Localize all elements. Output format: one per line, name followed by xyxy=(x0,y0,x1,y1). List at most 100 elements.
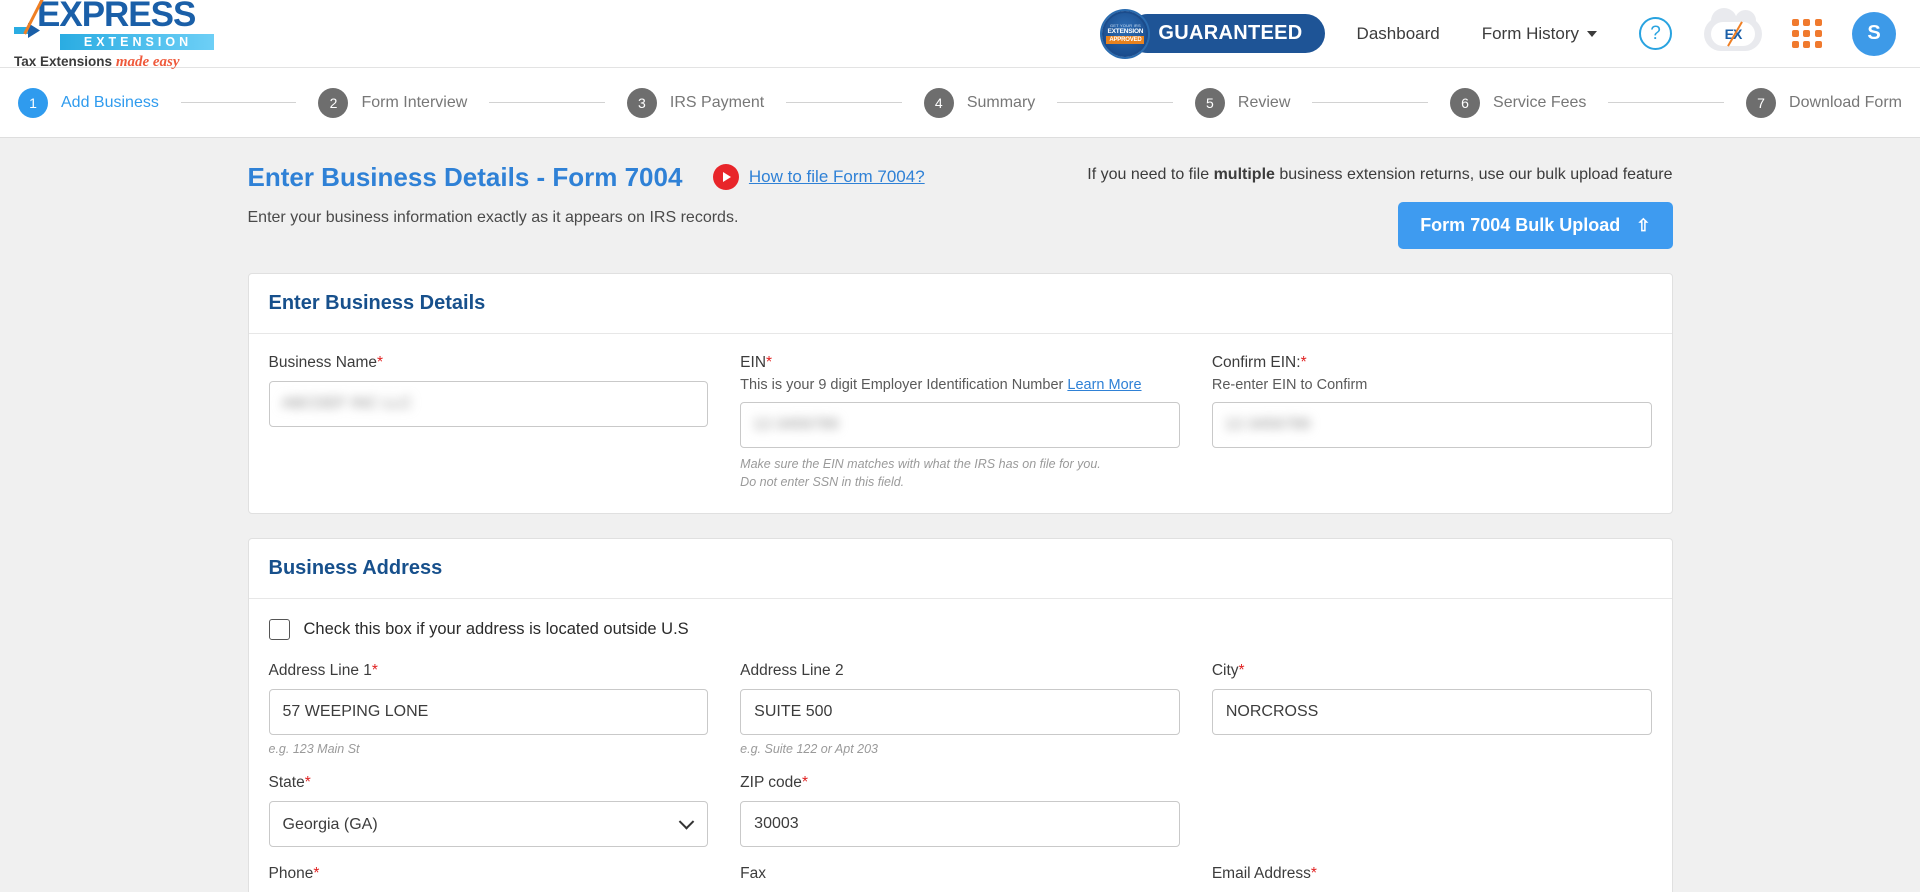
state-select[interactable]: Georgia (GA) xyxy=(268,801,709,848)
step-number: 1 xyxy=(18,87,48,118)
address-line-2-input[interactable] xyxy=(740,689,1180,736)
confirm-ein-help-text: Re-enter EIN to Confirm xyxy=(1211,377,1368,393)
state-select-wrap: Georgia (GA) xyxy=(268,801,709,848)
city-input[interactable] xyxy=(1211,689,1652,736)
address-row-2: State* Georgia (GA) ZIP code* xyxy=(268,774,1652,848)
grid-dot xyxy=(1803,41,1811,48)
outside-us-checkbox-row[interactable]: Check this box if your address is locate… xyxy=(268,619,1652,641)
ein-note: Make sure the EIN matches with what the … xyxy=(740,455,1180,491)
ein-input[interactable] xyxy=(740,402,1180,448)
step-number: 2 xyxy=(318,87,349,118)
express-cloud-icon[interactable]: EX xyxy=(1704,7,1762,51)
address-line-1-input[interactable] xyxy=(268,689,709,736)
address-line-2-label: Address Line 2 xyxy=(740,662,844,680)
address-line-1-hint: e.g. 123 Main St xyxy=(268,742,360,757)
help-icon[interactable]: ? xyxy=(1639,17,1672,50)
grid-dot xyxy=(1792,30,1799,37)
state-label: State* xyxy=(268,774,311,792)
step-form-interview[interactable]: 2 Form Interview xyxy=(318,87,467,118)
step-number: 4 xyxy=(923,87,954,118)
required-marker: * xyxy=(1310,865,1317,883)
phone-label: Phone* xyxy=(268,865,320,883)
required-marker: * xyxy=(766,354,773,371)
bulk-upload-block: If you need to file multiple business ex… xyxy=(1087,162,1673,249)
business-address-card: Business Address Check this box if your … xyxy=(247,538,1673,892)
bulk-upload-button-label: Form 7004 Bulk Upload xyxy=(1420,215,1621,235)
step-add-business[interactable]: 1 Add Business xyxy=(18,87,159,118)
how-to-file-video-link[interactable]: How to file Form 7004? xyxy=(712,163,925,190)
required-marker: * xyxy=(801,774,808,792)
site-logo[interactable]: EXPRESS EXTENSION Tax Extensions made ea… xyxy=(14,0,224,71)
logo-subtext: EXTENSION xyxy=(60,33,214,50)
address-row-3: Phone* 555 555 5555 Fax Email Address* xyxy=(269,865,1652,892)
grid-dot xyxy=(1803,19,1811,26)
zip-group: ZIP code* xyxy=(740,774,1180,848)
page-title: Enter Business Details - Form 7004 xyxy=(247,162,683,192)
address-line-2-hint: e.g. Suite 122 or Apt 203 xyxy=(740,742,879,757)
nav-dashboard[interactable]: Dashboard xyxy=(1357,24,1440,44)
confirm-ein-label: Confirm EIN:* xyxy=(1211,354,1307,371)
apps-grid-icon[interactable] xyxy=(1792,19,1822,48)
logo-text: EXPRESS xyxy=(37,0,196,34)
business-address-card-title: Business Address xyxy=(248,539,1672,600)
ein-note-line-1: Make sure the EIN matches with what the … xyxy=(740,457,1101,471)
grid-dot xyxy=(1803,30,1811,37)
confirm-ein-field-group: Confirm EIN:* Re-enter EIN to Confirm 12… xyxy=(1211,354,1652,491)
bulk-upload-button[interactable]: Form 7004 Bulk Upload ⇧ xyxy=(1398,202,1673,249)
step-summary[interactable]: 4 Summary xyxy=(923,87,1035,118)
required-marker: * xyxy=(1300,354,1307,371)
business-address-card-body: Check this box if your address is locate… xyxy=(249,599,1672,892)
step-connector xyxy=(489,101,605,104)
grid-dot xyxy=(1814,41,1822,48)
step-download-form[interactable]: 7 Download Form xyxy=(1746,87,1902,118)
ein-label: EIN* xyxy=(740,354,773,371)
nav-form-history[interactable]: Form History xyxy=(1482,24,1597,44)
step-connector xyxy=(1057,101,1173,104)
step-review[interactable]: 5 Review xyxy=(1194,87,1290,118)
step-connector xyxy=(1608,101,1725,104)
zip-input[interactable] xyxy=(740,801,1180,848)
fax-label: Fax xyxy=(740,865,767,883)
page-title-block: Enter Business Details - Form 7004 How t… xyxy=(248,162,925,227)
step-service-fees[interactable]: 6 Service Fees xyxy=(1450,87,1587,118)
address-line-1-label: Address Line 1* xyxy=(268,662,378,680)
grid-dot xyxy=(1792,19,1799,26)
confirm-ein-input[interactable] xyxy=(1211,402,1652,448)
business-name-label: Business Name* xyxy=(268,354,384,371)
top-header-bar: EXPRESS EXTENSION Tax Extensions made ea… xyxy=(0,0,1920,71)
business-name-input[interactable] xyxy=(268,381,709,427)
ein-field-group: EIN* This is your 9 digit Employer Ident… xyxy=(740,354,1180,491)
address-line-2-group: Address Line 2 e.g. Suite 122 or Apt 203 xyxy=(740,662,1180,756)
content-container: Enter Business Details - Form 7004 How t… xyxy=(247,138,1673,892)
business-details-card: Enter Business Details Business Name* AB… xyxy=(247,273,1673,515)
step-label: Download Form xyxy=(1789,93,1902,111)
state-group: State* Georgia (GA) xyxy=(268,774,709,848)
outside-us-checkbox[interactable] xyxy=(268,619,290,641)
phone-group: Phone* 555 555 5555 xyxy=(269,865,709,892)
ein-learn-more-link[interactable]: Learn More xyxy=(1067,377,1141,393)
city-label: City* xyxy=(1211,662,1245,680)
business-details-row: Business Name* ABCDEF INC LLC EIN* This … xyxy=(268,354,1652,491)
user-avatar[interactable]: S xyxy=(1852,11,1896,56)
bulk-note-emphasis: multiple xyxy=(1213,166,1275,183)
step-label: Service Fees xyxy=(1493,93,1587,111)
fax-group: Fax xyxy=(740,865,1180,892)
youtube-play-icon xyxy=(712,163,739,190)
step-number: 7 xyxy=(1746,87,1777,118)
business-name-field-group: Business Name* ABCDEF INC LLC xyxy=(268,354,709,491)
progress-stepper: 1 Add Business 2 Form Interview 3 IRS Pa… xyxy=(0,68,1920,138)
logo-wordmark: EXPRESS xyxy=(14,0,224,38)
outside-us-checkbox-label: Check this box if your address is locate… xyxy=(303,620,689,639)
main-content-area: Enter Business Details - Form 7004 How t… xyxy=(0,138,1920,892)
guaranteed-label: GUARANTEED xyxy=(1128,14,1325,53)
logo-tagline: Tax Extensions made easy xyxy=(14,53,180,70)
bulk-upload-note: If you need to file multiple business ex… xyxy=(1087,166,1673,183)
email-group: Email Address* someone.name@exampledomai… xyxy=(1212,865,1652,892)
step-irs-payment[interactable]: 3 IRS Payment xyxy=(626,87,764,118)
address-line-1-group: Address Line 1* e.g. 123 Main St xyxy=(268,662,709,757)
page-subtitle: Enter your business information exactly … xyxy=(247,209,739,226)
address-row-1: Address Line 1* e.g. 123 Main St Address… xyxy=(268,662,1652,757)
step-connector xyxy=(180,101,297,104)
business-name-input-wrap: ABCDEF INC LLC xyxy=(268,381,709,427)
step-connector xyxy=(786,101,902,104)
